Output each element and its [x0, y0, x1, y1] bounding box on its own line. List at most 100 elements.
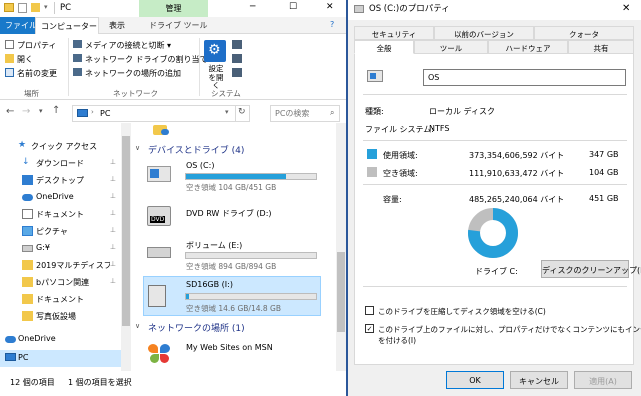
cloud-icon: [5, 336, 16, 343]
group-label-network: ネットワーク: [113, 89, 158, 98]
network-group-header[interactable]: ネットワークの場所 (1): [148, 321, 245, 334]
tab-view[interactable]: 表示: [104, 17, 130, 34]
content-scrollbar[interactable]: [336, 123, 346, 371]
network-item-msn[interactable]: My Web Sites on MSN: [143, 338, 333, 368]
drive-label-input[interactable]: OS: [423, 69, 626, 86]
nav-pc[interactable]: PC: [0, 350, 121, 367]
back-arrow-icon[interactable]: ←: [6, 106, 14, 118]
free-bytes: 111,910,633,472 バイト: [469, 169, 565, 178]
nav-scroll-thumb[interactable]: [122, 136, 130, 326]
dialog-close-button[interactable]: ✕: [622, 3, 630, 15]
index-checkbox[interactable]: ✓: [365, 324, 374, 333]
system-properties-icon[interactable]: [232, 54, 242, 63]
fs-value: NTFS: [429, 124, 450, 133]
forward-arrow-icon[interactable]: →: [22, 106, 30, 118]
new-folder-quick-icon[interactable]: [31, 3, 40, 12]
tab-security[interactable]: セキュリティ: [354, 26, 434, 40]
dvd-badge: DVD: [150, 216, 166, 224]
used-space-swatch: [367, 149, 377, 159]
group-label-location: 場所: [24, 89, 39, 98]
type-value: ローカル ディスク: [429, 107, 495, 116]
close-button[interactable]: ✕: [326, 2, 334, 13]
group-label-system: システム: [211, 89, 241, 98]
up-arrow-icon[interactable]: ↑: [52, 105, 60, 117]
help-icon[interactable]: ?: [330, 20, 334, 30]
properties-icon: [5, 40, 14, 49]
qat-dropdown-icon[interactable]: ▾: [44, 3, 48, 11]
ok-button[interactable]: OK: [446, 371, 504, 389]
devices-group-header[interactable]: デバイスとドライブ (4): [148, 143, 244, 156]
nav-item-multidisplay[interactable]: 2019マルチディスプレイ ⊥: [0, 257, 121, 274]
minimize-button[interactable]: ─: [250, 2, 255, 13]
dialog-title-bar: OS (C:)のプロパティ ✕: [348, 0, 641, 20]
pin-icon: ⊥: [109, 192, 116, 200]
tab-tools[interactable]: ツール: [414, 40, 488, 54]
status-bar: 12 個の項目 1 個の項目を選択: [0, 371, 346, 396]
properties-button[interactable]: プロパティ: [17, 40, 57, 51]
download-icon: ↓: [22, 157, 30, 167]
nav-item-pc-related[interactable]: bパソコン関連 ⊥: [0, 274, 121, 291]
drive-item-e[interactable]: ボリューム (E:) 空き領域 894 GB/894 GB: [143, 237, 333, 271]
dialog-title: OS (C:)のプロパティ: [369, 4, 450, 14]
cancel-button[interactable]: キャンセル: [510, 371, 568, 389]
uninstall-program-icon[interactable]: [232, 40, 242, 49]
windows-drive-icon: [147, 166, 171, 182]
open-button[interactable]: 開く: [17, 54, 33, 65]
add-network-location-button[interactable]: ネットワークの場所の追加: [85, 68, 181, 79]
apply-button[interactable]: 適用(A): [574, 371, 632, 389]
address-dropdown-icon[interactable]: ▾: [225, 108, 229, 116]
group-collapse-icon[interactable]: ∨: [135, 322, 140, 330]
properties-quick-icon[interactable]: [18, 3, 27, 13]
rename-button[interactable]: 名前の変更: [17, 68, 57, 79]
compress-label: このドライブを圧縮してディスク領域を空ける(C): [378, 307, 546, 316]
nav-item-pictures[interactable]: ピクチャ ⊥: [0, 223, 121, 240]
address-bar[interactable]: › PC ▾ ↻: [72, 105, 250, 122]
compress-checkbox[interactable]: [365, 306, 374, 315]
refresh-icon[interactable]: ↻: [238, 107, 246, 118]
open-settings-button[interactable]: 設定を開く: [206, 64, 226, 91]
explorer-window: ▾ PC ─ ☐ ✕ ファイル コンピューター 表示 ドライブ ツール 管理 ?…: [0, 0, 346, 396]
pin-icon: ⊥: [109, 175, 116, 183]
index-label-line1: このドライブ上のファイルに対し、プロパティだけでなくコンテンツにもインデックス: [378, 325, 641, 334]
content-scroll-thumb[interactable]: [337, 252, 345, 332]
nav-item-documents-folder[interactable]: ドキュメント: [0, 291, 121, 308]
map-network-drive-button[interactable]: ネットワーク ドライブの割り当て ▾: [85, 54, 214, 65]
tab-quota[interactable]: クォータ: [534, 26, 634, 40]
nav-item-photos-temp[interactable]: 写真仮設場: [0, 308, 121, 325]
drive-item-sd[interactable]: SD16GB (I:) 空き領域 14.6 GB/14.8 GB: [143, 276, 321, 316]
manage-computer-icon[interactable]: [232, 68, 242, 77]
tab-computer[interactable]: コンピューター: [35, 17, 99, 34]
msn-butterfly-icon: [147, 342, 173, 364]
drive-item-c[interactable]: OS (C:) 空き領域 104 GB/451 GB: [143, 160, 333, 194]
nav-item-downloads[interactable]: ↓ ダウンロード ⊥: [0, 155, 121, 172]
nav-item-documents[interactable]: ドキュメント ⊥: [0, 206, 121, 223]
folder-icon: [22, 311, 33, 321]
recent-locations-icon[interactable]: ▾: [39, 107, 43, 115]
tab-drive-tools[interactable]: ドライブ ツール: [144, 17, 213, 34]
nav-item-g-drive[interactable]: G:¥ ⊥: [0, 240, 121, 257]
pin-icon: ⊥: [109, 226, 116, 234]
nav-item-desktop[interactable]: デスクトップ ⊥: [0, 172, 121, 189]
drive-c-usage-fill: [186, 174, 287, 179]
drive-sd-usage-bar: [185, 293, 317, 300]
tab-previous-versions[interactable]: 以前のバージョン: [434, 26, 534, 40]
nav-onedrive[interactable]: OneDrive: [0, 331, 121, 348]
picture-icon: [22, 226, 33, 236]
drive-item-dvd[interactable]: DVD DVD RW ドライブ (D:): [143, 202, 333, 236]
removable-drive-icon: [148, 285, 166, 307]
breadcrumb-pc[interactable]: PC: [100, 109, 110, 119]
tab-general[interactable]: 全般: [354, 40, 414, 54]
folder-icon: [4, 3, 14, 12]
tab-hardware[interactable]: ハードウェア: [488, 40, 568, 54]
maximize-button[interactable]: ☐: [289, 2, 297, 13]
selected-count: 1 個の項目を選択: [68, 378, 132, 387]
nav-item-onedrive-pinned[interactable]: OneDrive ⊥: [0, 189, 121, 206]
properties-dialog: OS (C:)のプロパティ ✕ セキュリティ 以前のバージョン クォータ 全般 …: [346, 0, 641, 396]
breadcrumb-chevron-icon[interactable]: ›: [91, 108, 94, 116]
disk-cleanup-button[interactable]: ディスクのクリーンアップ(D): [541, 260, 641, 278]
nav-quick-access[interactable]: ★ クイック アクセス: [0, 138, 121, 155]
tab-sharing[interactable]: 共有: [568, 40, 634, 54]
media-connect-button[interactable]: メディアの接続と切断 ▾: [85, 40, 171, 51]
tab-file[interactable]: ファイル: [0, 17, 37, 34]
group-collapse-icon[interactable]: ∨: [135, 144, 140, 152]
